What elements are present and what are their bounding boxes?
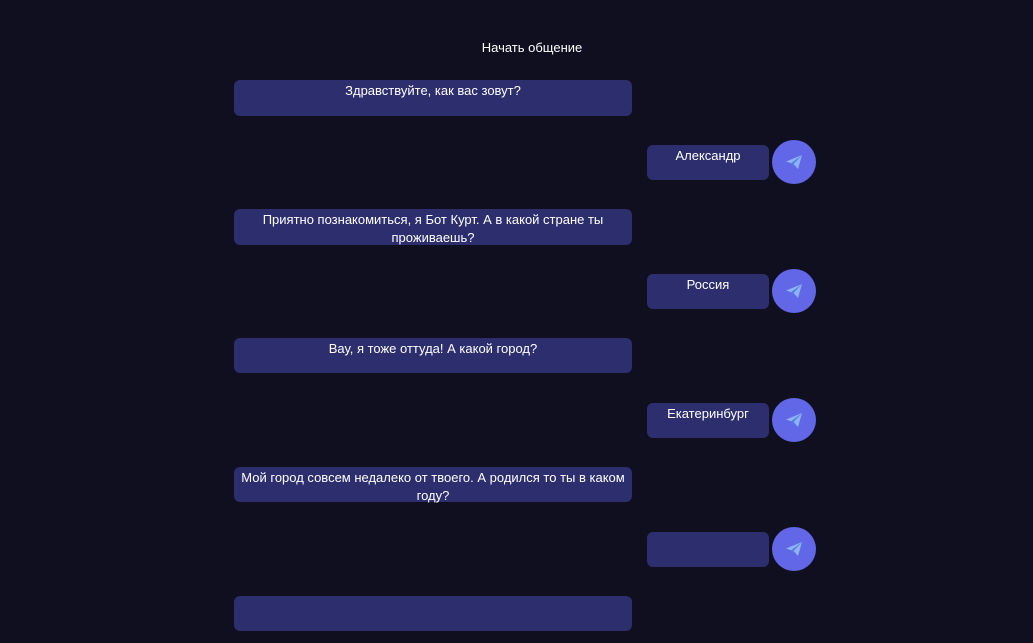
send-icon xyxy=(786,542,802,556)
user-reply: Екатеринбург xyxy=(647,403,769,438)
page-title: Начать общение xyxy=(481,40,583,55)
send-button[interactable] xyxy=(772,527,816,571)
send-button[interactable] xyxy=(772,140,816,184)
send-icon xyxy=(786,413,802,427)
bot-message: Здравствуйте, как вас зовут? xyxy=(234,80,632,116)
send-button[interactable] xyxy=(772,398,816,442)
user-reply-input[interactable] xyxy=(647,532,769,567)
send-icon xyxy=(786,155,802,169)
bot-message: Вау, я тоже оттуда! А какой город? xyxy=(234,338,632,373)
bot-message xyxy=(234,596,632,631)
send-button[interactable] xyxy=(772,269,816,313)
chat-page: Начать общение Здравствуйте, как вас зов… xyxy=(0,0,1033,643)
bot-message: Приятно познакомиться, я Бот Курт. А в к… xyxy=(234,209,632,245)
user-reply: Александр xyxy=(647,145,769,180)
send-icon xyxy=(786,284,802,298)
user-reply: Россия xyxy=(647,274,769,309)
bot-message: Мой город совсем недалеко от твоего. А р… xyxy=(234,467,632,503)
